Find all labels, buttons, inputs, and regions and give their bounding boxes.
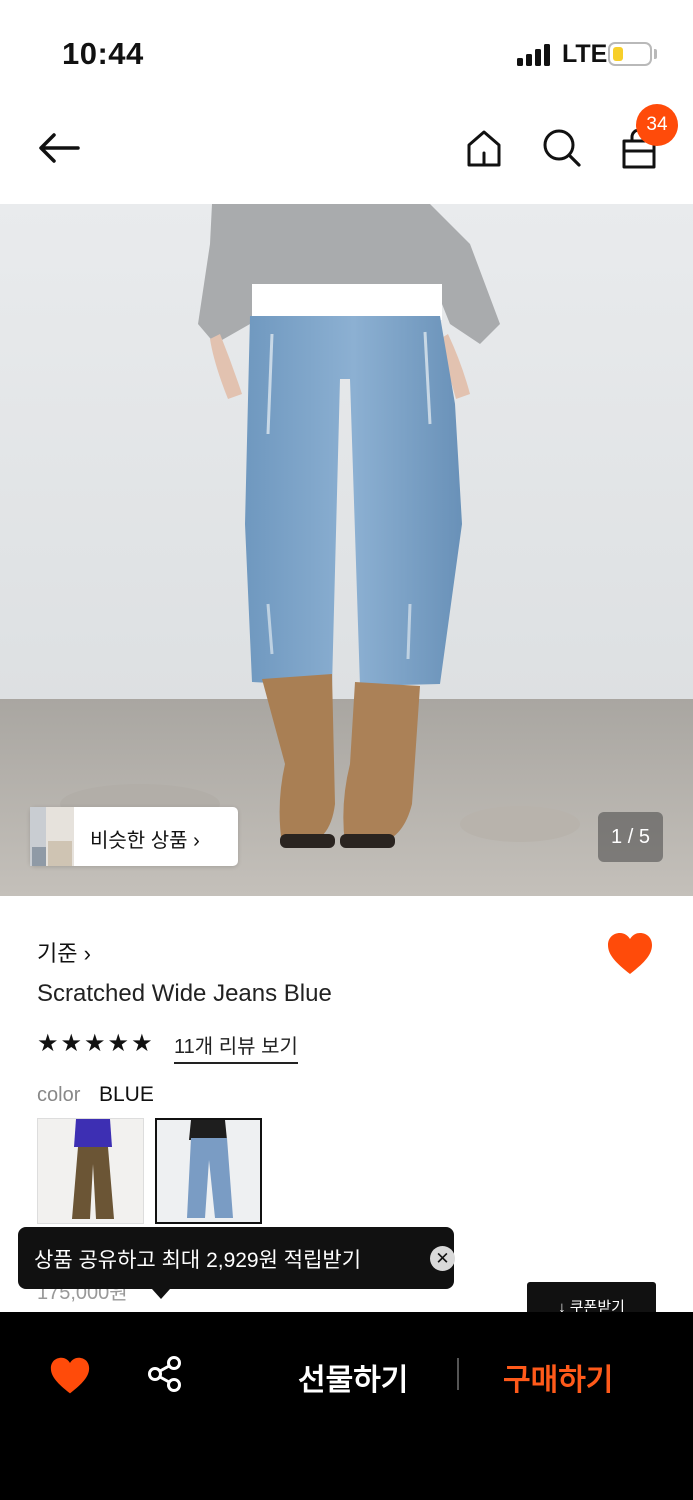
network-type: LTE <box>562 40 608 68</box>
product-photo <box>0 204 693 896</box>
bottom-action-bar <box>0 1312 693 1500</box>
search-button[interactable] <box>538 124 586 172</box>
arrow-left-icon <box>39 133 80 163</box>
swatch-photo <box>157 1120 260 1222</box>
battery-cap <box>654 49 657 59</box>
similar-thumbnail <box>30 807 74 866</box>
color-label: color <box>37 1084 81 1106</box>
buy-button[interactable]: 구매하기 <box>503 1355 613 1399</box>
review-link[interactable]: 11개 리뷰 보기 <box>174 1030 298 1064</box>
star-rating: ★ ★ ★ ★ ★ <box>37 1031 153 1057</box>
similar-products-button[interactable]: 비슷한 상품 › <box>30 807 238 866</box>
cart-count-badge: 34 <box>636 104 678 146</box>
gift-button[interactable]: 선물하기 <box>298 1355 408 1399</box>
home-button[interactable] <box>460 124 508 172</box>
image-page-counter: 1 / 5 <box>598 812 663 862</box>
brand-link[interactable]: 기준 › <box>37 936 91 968</box>
bottom-like-button[interactable] <box>48 1356 92 1396</box>
product-image-gallery[interactable] <box>0 204 693 896</box>
status-bar: 10:44 LTE <box>0 0 693 100</box>
home-icon <box>467 130 501 167</box>
signal-icon <box>517 44 553 66</box>
heart-icon <box>608 933 652 974</box>
search-icon <box>543 129 581 167</box>
star-icon: ★ <box>131 1030 153 1057</box>
divider <box>457 1358 459 1390</box>
tooltip-text: 상품 공유하고 최대 2,929원 적립받기 <box>34 1249 362 1272</box>
close-icon[interactable]: ✕ <box>430 1246 455 1271</box>
star-icon: ★ <box>84 1030 106 1057</box>
product-name: Scratched Wide Jeans Blue <box>37 980 332 1007</box>
nav-bar <box>0 100 693 204</box>
star-icon: ★ <box>60 1030 83 1057</box>
share-reward-tooltip: 상품 공유하고 최대 2,929원 적립받기 ✕ <box>18 1227 455 1289</box>
heart-icon <box>50 1357 90 1394</box>
share-icon <box>148 1356 181 1392</box>
share-button[interactable] <box>145 1354 185 1394</box>
like-button[interactable] <box>606 931 654 977</box>
tooltip-arrow <box>152 1289 170 1299</box>
status-time: 10:44 <box>62 36 144 71</box>
back-button[interactable] <box>35 124 83 172</box>
battery-icon <box>608 42 652 66</box>
similar-products-label: 비슷한 상품 › <box>90 830 200 852</box>
color-swatch-blue[interactable] <box>155 1118 262 1224</box>
star-icon: ★ <box>37 1030 59 1057</box>
star-icon: ★ <box>107 1030 130 1057</box>
swatch-photo <box>38 1119 143 1223</box>
color-swatch-brown[interactable] <box>37 1118 144 1224</box>
color-value: BLUE <box>99 1083 154 1106</box>
